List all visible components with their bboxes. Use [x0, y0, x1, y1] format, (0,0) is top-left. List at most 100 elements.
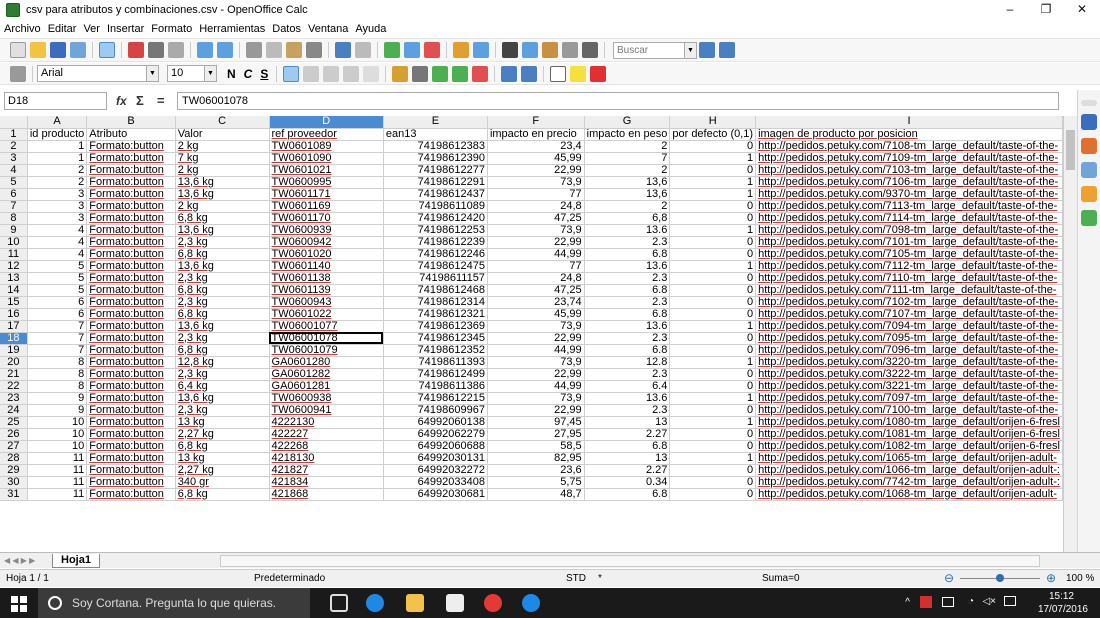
cell-i[interactable]: http://pedidos.petuky.com/7095-tm_large_… — [755, 332, 1063, 345]
cell-c[interactable]: 2 kg — [175, 200, 270, 213]
cell-g[interactable]: 2.3 — [584, 296, 671, 309]
cell-e[interactable]: 64992060138 — [383, 416, 488, 429]
cell-d[interactable]: 421868 — [269, 488, 384, 501]
cell-h[interactable]: 0 — [669, 344, 757, 357]
cell-d[interactable]: TW0601139 — [269, 284, 384, 297]
cell-f[interactable]: impacto en precio — [487, 128, 585, 141]
column-header[interactable]: C — [175, 116, 270, 129]
chrome-icon[interactable] — [484, 594, 502, 612]
cell-a[interactable]: 7 — [27, 320, 88, 333]
function-icon[interactable]: = — [157, 93, 165, 108]
sheet-tab[interactable]: Hoja1 — [52, 553, 100, 568]
cell-g[interactable]: 13.6 — [584, 260, 671, 273]
cell-h[interactable]: 1 — [669, 416, 757, 429]
cell-h[interactable]: 0 — [669, 140, 757, 153]
print-icon[interactable] — [148, 42, 164, 58]
cell-b[interactable]: Formato:button — [86, 200, 176, 213]
cell-h[interactable]: 0 — [669, 212, 757, 225]
cell-i[interactable]: http://pedidos.petuky.com/7101-tm_large_… — [755, 236, 1063, 249]
row-header[interactable]: 26 — [0, 428, 28, 441]
cell-h[interactable]: 1 — [669, 176, 757, 189]
cell-c[interactable]: 13,6 kg — [175, 224, 270, 237]
delete-decimal-icon[interactable] — [472, 65, 489, 82]
column-header[interactable]: A — [27, 116, 88, 129]
cell-c[interactable]: 2,3 kg — [175, 332, 270, 345]
cell-h[interactable]: 1 — [669, 152, 757, 165]
cell-d[interactable]: TW0601022 — [269, 308, 384, 321]
cell-g[interactable]: 6.8 — [584, 344, 671, 357]
cell-f[interactable]: 73,9 — [487, 176, 585, 189]
cell-a[interactable]: 10 — [27, 416, 88, 429]
data-sources-icon[interactable] — [562, 42, 578, 58]
cell-b[interactable]: Formato:button — [86, 356, 176, 369]
row-header[interactable]: 6 — [0, 188, 28, 201]
cell-b[interactable]: Formato:button — [86, 380, 176, 393]
cell-d[interactable]: TW0600943 — [269, 296, 384, 309]
cell-c[interactable]: 2,3 kg — [175, 296, 270, 309]
cell-a[interactable]: 7 — [27, 344, 88, 357]
cell-h[interactable]: 0 — [669, 164, 757, 177]
cell-f[interactable]: 77 — [487, 260, 585, 273]
cell-c[interactable]: 6,8 kg — [175, 284, 270, 297]
cell-e[interactable]: 74198612420 — [383, 212, 488, 225]
menu-datos[interactable]: Datos — [272, 23, 301, 35]
add-decimal-icon[interactable] — [452, 65, 469, 82]
cell-i[interactable]: http://pedidos.petuky.com/7097-tm_large_… — [755, 392, 1063, 405]
cell-b[interactable]: Formato:button — [86, 188, 176, 201]
row-header[interactable]: 9 — [0, 224, 28, 237]
cell-c[interactable]: 6,8 kg — [175, 212, 270, 225]
row-header[interactable]: 30 — [0, 476, 28, 489]
cell-h[interactable]: 0 — [669, 296, 757, 309]
column-header[interactable]: B — [86, 116, 176, 129]
row-header[interactable]: 10 — [0, 236, 28, 249]
cut-icon[interactable] — [246, 42, 262, 58]
cell-e[interactable]: 74198611089 — [383, 200, 488, 213]
cell-f[interactable]: 73,9 — [487, 356, 585, 369]
align-right-icon[interactable] — [323, 65, 340, 82]
cell-i[interactable]: http://pedidos.petuky.com/7098-tm_large_… — [755, 224, 1063, 237]
cell-a[interactable]: 3 — [27, 188, 88, 201]
cell-g[interactable]: 6,8 — [584, 212, 671, 225]
align-left-icon[interactable] — [283, 65, 300, 82]
cell-i[interactable]: http://pedidos.petuky.com/1082-tm_large_… — [755, 440, 1063, 453]
cell-h[interactable]: 0 — [669, 332, 757, 345]
cell-a[interactable]: 5 — [27, 284, 88, 297]
cell-b[interactable]: Formato:button — [86, 476, 176, 489]
cell-h[interactable]: 0 — [669, 308, 757, 321]
cell-c[interactable]: 6,8 kg — [175, 344, 270, 357]
cell-d[interactable]: ref proveedor — [269, 128, 384, 141]
cell-c[interactable]: 2,3 kg — [175, 404, 270, 417]
cell-f[interactable]: 58,5 — [487, 440, 585, 453]
cell-g[interactable]: 13,6 — [584, 176, 671, 189]
cell-d[interactable]: TW06001079 — [269, 344, 384, 357]
cell-b[interactable]: Formato:button — [86, 224, 176, 237]
cell-i[interactable]: http://pedidos.petuky.com/1080-tm_large_… — [755, 416, 1063, 429]
cell-i[interactable]: http://pedidos.petuky.com/7108-tm_large_… — [755, 140, 1063, 153]
cell-i[interactable]: http://pedidos.petuky.com/7742-tm_large_… — [755, 476, 1063, 489]
cell-i[interactable]: http://pedidos.petuky.com/7102-tm_large_… — [755, 296, 1063, 309]
cell-c[interactable]: 2 kg — [175, 164, 270, 177]
cell-a[interactable]: 1 — [27, 152, 88, 165]
cell-f[interactable]: 45,99 — [487, 308, 585, 321]
cell-h[interactable]: 1 — [669, 188, 757, 201]
cell-h[interactable]: 1 — [669, 356, 757, 369]
navigator-sidebar-icon[interactable] — [1081, 186, 1097, 202]
sheet-table[interactable]: A B C D E F G H I 1 id producto Atributo Va… — [0, 116, 1063, 501]
row-header[interactable]: 20 — [0, 356, 28, 369]
sort-descending-icon[interactable] — [424, 42, 440, 58]
cell-a[interactable]: 9 — [27, 404, 88, 417]
cell-e[interactable]: 74198612468 — [383, 284, 488, 297]
cell-b[interactable]: Formato:button — [86, 284, 176, 297]
column-header[interactable]: D — [269, 116, 384, 129]
cell-g[interactable]: 2.3 — [584, 272, 671, 285]
cell-d[interactable]: TW0601090 — [269, 152, 384, 165]
cell-e[interactable]: 74198612215 — [383, 392, 488, 405]
cell-e[interactable]: 74198612352 — [383, 344, 488, 357]
cell-b[interactable]: Formato:button — [86, 176, 176, 189]
cell-c[interactable]: 2 kg — [175, 140, 270, 153]
row-header[interactable]: 31 — [0, 488, 28, 501]
row-header[interactable]: 12 — [0, 260, 28, 273]
sum-display[interactable]: Suma=0 — [762, 573, 800, 584]
font-name-select[interactable]: Arial — [37, 65, 147, 82]
cell-i[interactable]: http://pedidos.petuky.com/7094-tm_large_… — [755, 320, 1063, 333]
